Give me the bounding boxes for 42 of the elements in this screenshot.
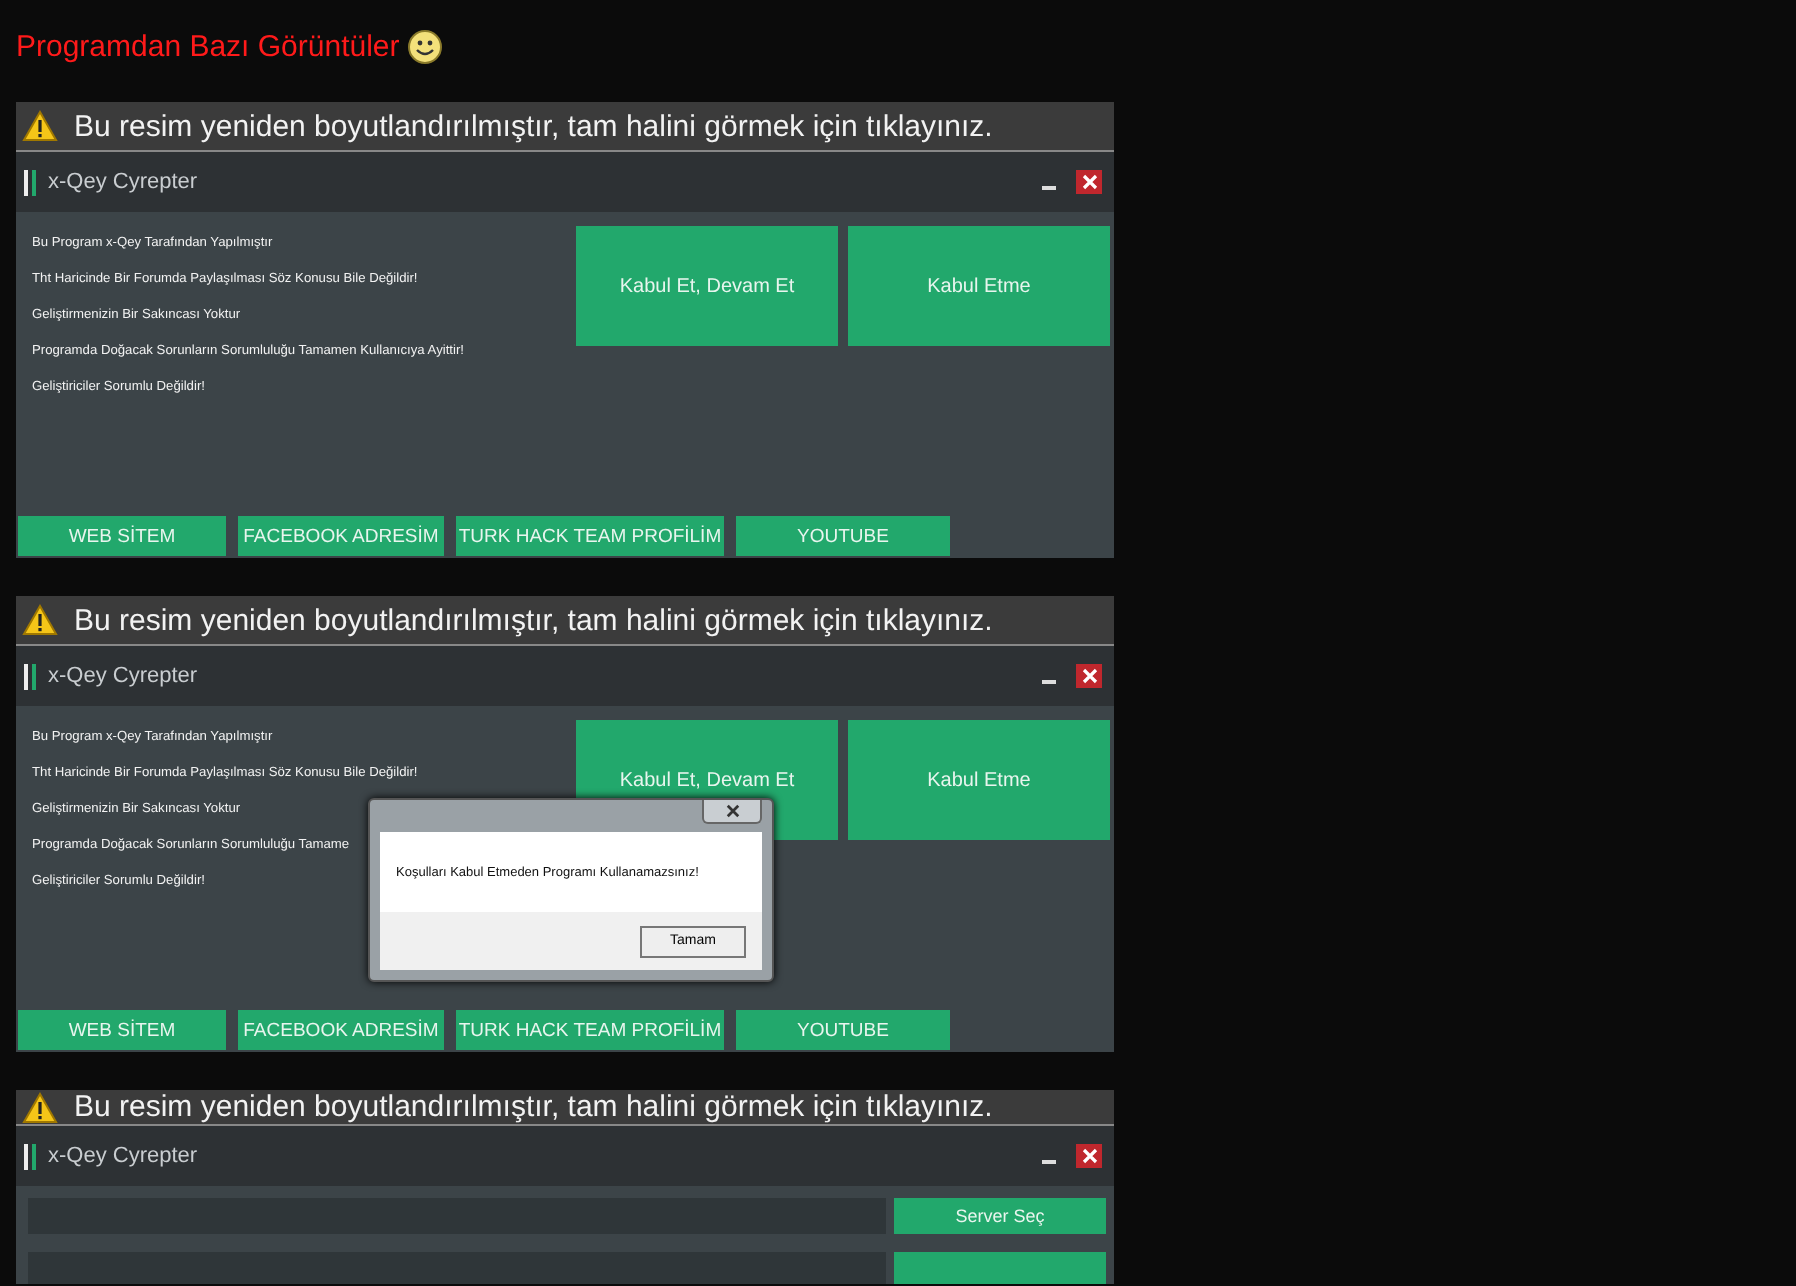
close-button[interactable] [1076, 170, 1102, 194]
resize-notice-bar[interactable]: Bu resim yeniden boyutlandırılmıştır, tam halini görmek için tıklayınız. [16, 596, 1114, 646]
close-button[interactable] [1076, 664, 1102, 688]
window-title: x-Qey Cyrepter [48, 1144, 200, 1168]
resize-notice-text: Bu resim yeniden boyutlandırılmıştır, tam halini görmek için tıklayınız. [74, 109, 993, 143]
link-button[interactable]: YOUTUBE [736, 1010, 950, 1050]
link-button[interactable]: WEB SİTEM [18, 516, 226, 556]
server-button[interactable] [894, 1252, 1106, 1284]
resize-notice-bar[interactable]: Bu resim yeniden boyutlandırılmıştır, tam halini görmek için tıklayınız. [16, 102, 1114, 152]
warning-icon [22, 1091, 58, 1123]
window-title: x-Qey Cyrepter [48, 170, 200, 194]
minimize-button[interactable] [1042, 680, 1056, 684]
warning-icon [22, 110, 58, 142]
app-logo-icon [24, 169, 36, 195]
link-button[interactable]: YOUTUBE [736, 516, 950, 556]
resize-notice-text: Bu resim yeniden boyutlandırılmıştır, tam halini görmek için tıklayınız. [74, 603, 993, 637]
link-button[interactable]: TURK HACK TEAM PROFİLİM [456, 516, 724, 556]
resize-notice-bar[interactable]: Bu resim yeniden boyutlandırılmıştır, tam halini görmek için tıklayınız. [16, 1090, 1114, 1126]
smiley-icon [407, 29, 442, 63]
post-heading: Programdan Bazı Görüntüler [16, 29, 400, 63]
close-icon [1081, 668, 1097, 684]
link-button[interactable]: WEB SİTEM [18, 1010, 226, 1050]
window-title: x-Qey Cyrepter [48, 664, 200, 688]
link-button[interactable]: FACEBOOK ADRESİM [238, 516, 444, 556]
minimize-button[interactable] [1042, 1160, 1056, 1164]
link-button[interactable]: TURK HACK TEAM PROFİLİM [456, 1010, 724, 1050]
action-button[interactable]: Kabul Et, Devam Et [576, 226, 838, 346]
close-button[interactable] [1076, 1144, 1102, 1168]
action-button[interactable]: Kabul Etme [848, 226, 1110, 346]
close-icon [1081, 174, 1097, 190]
input-field[interactable] [28, 1252, 886, 1284]
action-button[interactable]: Kabul Etme [848, 720, 1110, 840]
close-icon [725, 804, 739, 818]
dialog-close-button[interactable] [702, 800, 762, 824]
close-icon [1081, 1148, 1097, 1164]
server-button[interactable]: Server Seç [894, 1198, 1106, 1234]
link-button[interactable]: FACEBOOK ADRESİM [238, 1010, 444, 1050]
warning-icon [22, 604, 58, 636]
minimize-button[interactable] [1042, 186, 1056, 190]
app-logo-icon [24, 663, 36, 689]
resize-notice-text: Bu resim yeniden boyutlandırılmıştır, tam halini görmek için tıklayınız. [74, 1090, 993, 1124]
app-logo-icon [24, 1143, 36, 1169]
